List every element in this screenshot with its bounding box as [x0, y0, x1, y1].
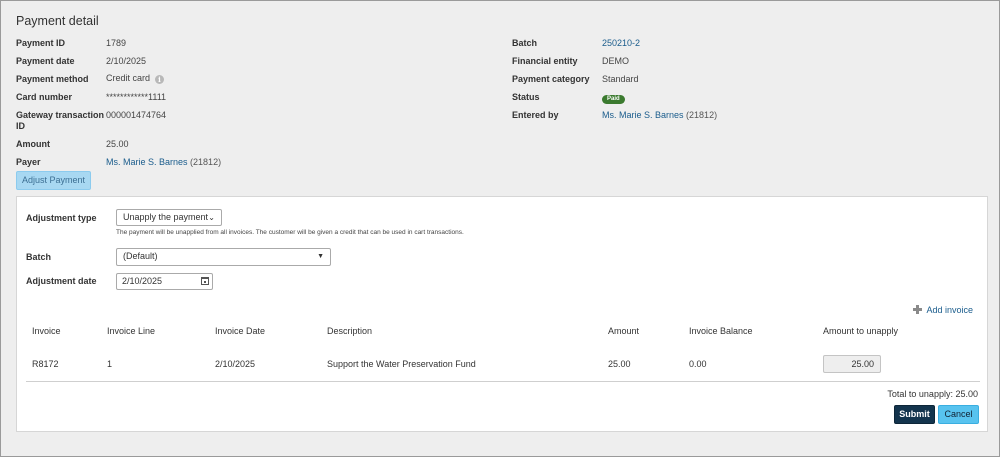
financial-entity-value: DEMO	[602, 56, 629, 66]
amount-label: Amount	[16, 139, 50, 149]
invoice-line-cell: 1	[107, 359, 113, 369]
info-icon[interactable]: i	[155, 75, 165, 84]
total-to-unapply: Total to unapply: 25.00	[887, 389, 978, 399]
batch-link[interactable]: 250210-2	[602, 38, 640, 48]
total-value: 25.00	[955, 389, 978, 399]
payment-method-value: Credit card i	[106, 73, 165, 84]
adjustment-date-input[interactable]: 2/10/2025	[116, 273, 213, 290]
batch-label: Batch	[512, 38, 538, 48]
plus-icon	[913, 305, 923, 314]
invoice-balance-cell: 0.00	[689, 359, 707, 369]
status-label: Status	[512, 92, 540, 102]
adjustment-type-label: Adjustment type	[26, 213, 97, 223]
adjustment-type-value: Unapply the payment	[123, 212, 209, 222]
card-number-value: ************1111	[106, 92, 167, 102]
col-invoice: Invoice	[32, 326, 61, 336]
col-amount: Amount	[608, 326, 640, 336]
status-badge: Paid	[602, 95, 625, 104]
status-value: Paid	[602, 92, 625, 104]
col-invoice-balance: Invoice Balance	[689, 326, 753, 336]
adjustment-panel: Adjustment type Unapply the payment ⌄ Th…	[16, 196, 988, 432]
payer-label: Payer	[16, 157, 41, 167]
batch-select[interactable]: (Default) ▼	[116, 248, 331, 266]
card-number-label: Card number	[16, 92, 73, 102]
col-invoice-line: Invoice Line	[107, 326, 156, 336]
payment-category-label: Payment category	[512, 74, 590, 84]
invoice-link[interactable]: R8172	[32, 359, 59, 369]
adjustment-date-label: Adjustment date	[26, 276, 97, 286]
gateway-transaction-label: Gateway transaction ID	[16, 110, 104, 132]
amount-to-unapply-input[interactable]: 25.00	[823, 355, 881, 373]
amount-value: 25.00	[106, 139, 129, 149]
col-amount-to-unapply: Amount to unapply	[823, 326, 899, 336]
col-description: Description	[327, 326, 373, 336]
cancel-button[interactable]: Cancel	[938, 405, 979, 424]
invoice-date-cell: 2/10/2025	[215, 359, 256, 369]
caret-down-icon: ▼	[317, 253, 324, 260]
chevron-down-icon: ⌄	[208, 213, 215, 222]
payer-value: Ms. Marie S. Barnes (21812)	[106, 157, 221, 168]
amount-cell: 25.00	[608, 359, 631, 369]
total-label: Total to unapply:	[887, 389, 953, 399]
page-title: Payment detail	[16, 14, 99, 28]
payer-id: (21812)	[190, 157, 222, 167]
description-cell: Support the Water Preservation Fund	[327, 359, 476, 369]
payment-detail-page: Payment detail Payment ID 1789 Payment d…	[0, 0, 1000, 457]
entered-by-id: (21812)	[686, 110, 718, 120]
submit-button[interactable]: Submit	[894, 405, 935, 424]
adjustment-type-help: The payment will be unapplied from all i…	[116, 229, 464, 236]
gateway-transaction-value: 000001474764	[106, 110, 167, 120]
entered-by-value: Ms. Marie S. Barnes (21812)	[602, 110, 717, 121]
payment-method-text: Credit card	[106, 73, 151, 83]
payment-date-label: Payment date	[16, 56, 75, 66]
payment-date-value: 2/10/2025	[106, 56, 147, 66]
entered-by-label: Entered by	[512, 110, 559, 120]
batch-select-label: Batch	[26, 252, 52, 262]
payer-link[interactable]: Ms. Marie S. Barnes	[106, 157, 188, 167]
batch-select-value: (Default)	[123, 251, 158, 261]
calendar-icon[interactable]	[201, 277, 209, 285]
gateway-transaction-label-line2: ID	[16, 121, 25, 131]
gateway-transaction-label-line1: Gateway transaction	[16, 110, 105, 120]
payment-id-label: Payment ID	[16, 38, 66, 48]
payment-method-label: Payment method	[16, 74, 89, 84]
adjustment-type-select[interactable]: Unapply the payment ⌄	[116, 209, 222, 226]
payment-id-value: 1789	[106, 38, 127, 48]
col-invoice-date: Invoice Date	[215, 326, 266, 336]
financial-entity-label: Financial entity	[512, 56, 578, 66]
add-invoice-link[interactable]: Add invoice	[913, 305, 973, 315]
table-divider	[26, 381, 980, 382]
entered-by-link[interactable]: Ms. Marie S. Barnes	[602, 110, 684, 120]
payment-category-value: Standard	[602, 74, 639, 84]
batch-value: 250210-2	[602, 38, 640, 49]
adjust-payment-button[interactable]: Adjust Payment	[16, 171, 91, 190]
add-invoice-label: Add invoice	[926, 305, 973, 315]
adjustment-date-value: 2/10/2025	[122, 276, 163, 286]
